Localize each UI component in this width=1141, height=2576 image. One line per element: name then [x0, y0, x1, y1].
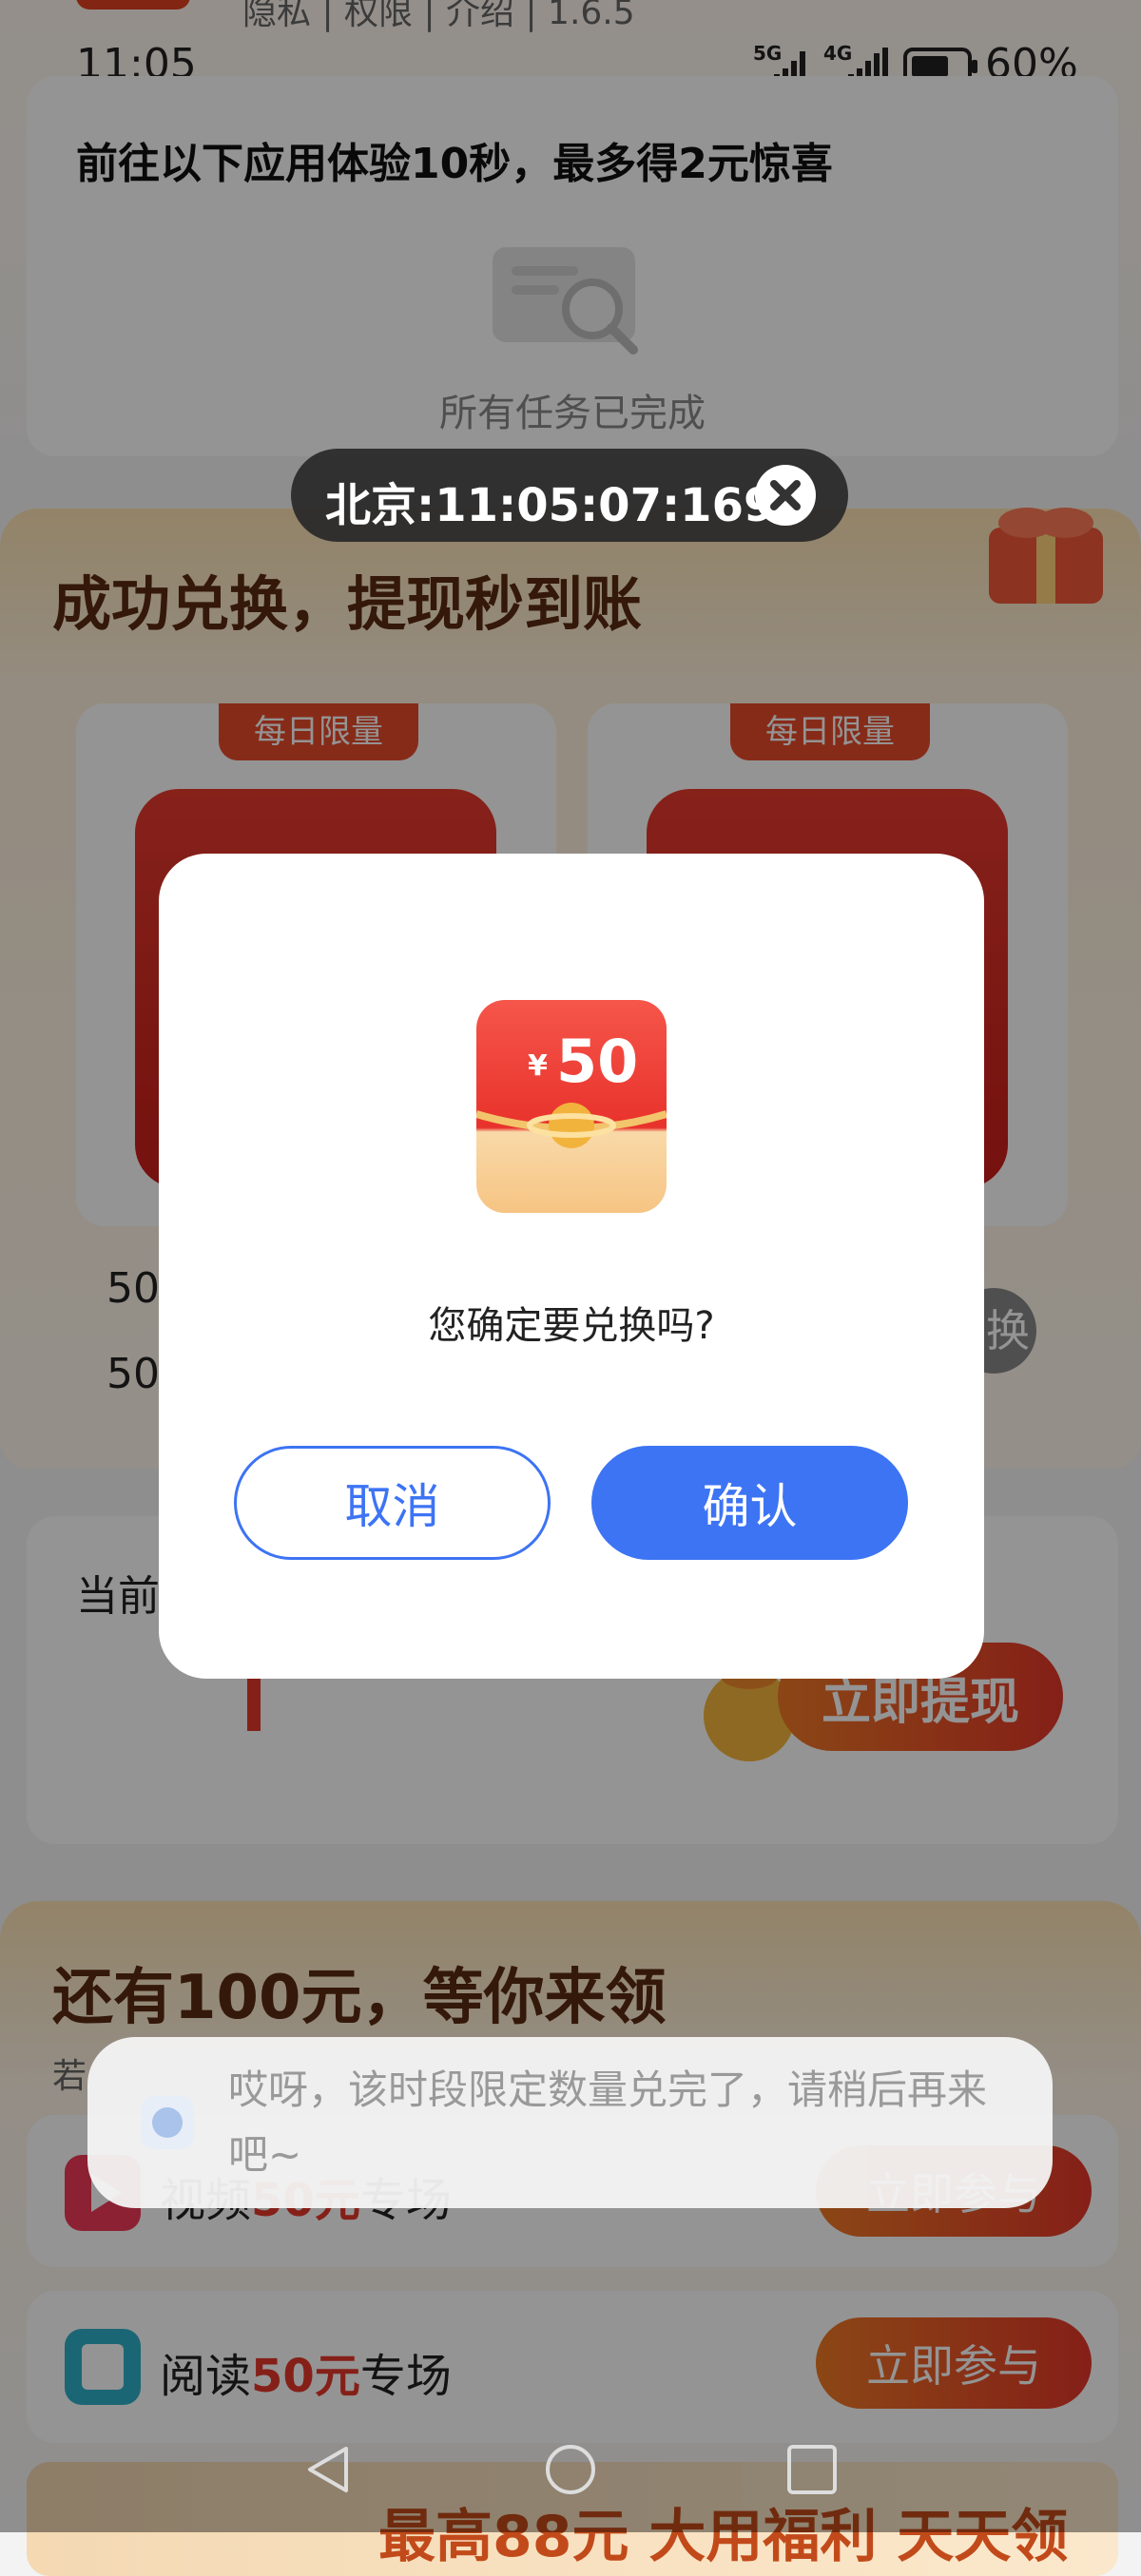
clock-text: 北京:11:05:07:169: [325, 479, 776, 532]
confirm-button[interactable]: 确认: [591, 1446, 908, 1560]
close-icon: [770, 480, 801, 510]
cancel-label: 取消: [344, 1479, 440, 1534]
dialog-question: 您确定要兑换吗?: [428, 1304, 715, 1348]
toast-text: 哎呀，该时段限定数量兑完了，请稍后再来吧~: [228, 2067, 988, 2178]
navigation-bar: [0, 2433, 1141, 2509]
redpacket-amount: 50: [556, 1027, 639, 1096]
cancel-button[interactable]: 取消: [234, 1446, 551, 1560]
back-icon[interactable]: [302, 2443, 356, 2496]
clock-close-button[interactable]: [755, 465, 816, 526]
recents-icon[interactable]: [785, 2443, 839, 2496]
currency-symbol: ¥: [528, 1049, 548, 1083]
confirm-dialog: ¥ 50 您确定要兑换吗? 取消 确认: [159, 854, 984, 1679]
toast: 哎呀，该时段限定数量兑完了，请稍后再来吧~: [87, 2037, 1053, 2208]
toast-app-icon: [141, 2096, 194, 2149]
clock-pill: 北京:11:05:07:169: [291, 449, 848, 542]
planet-icon: [152, 2107, 183, 2138]
redpacket-50-image: ¥ 50: [476, 1000, 667, 1213]
home-icon[interactable]: [544, 2443, 597, 2496]
confirm-label: 确认: [702, 1479, 798, 1534]
